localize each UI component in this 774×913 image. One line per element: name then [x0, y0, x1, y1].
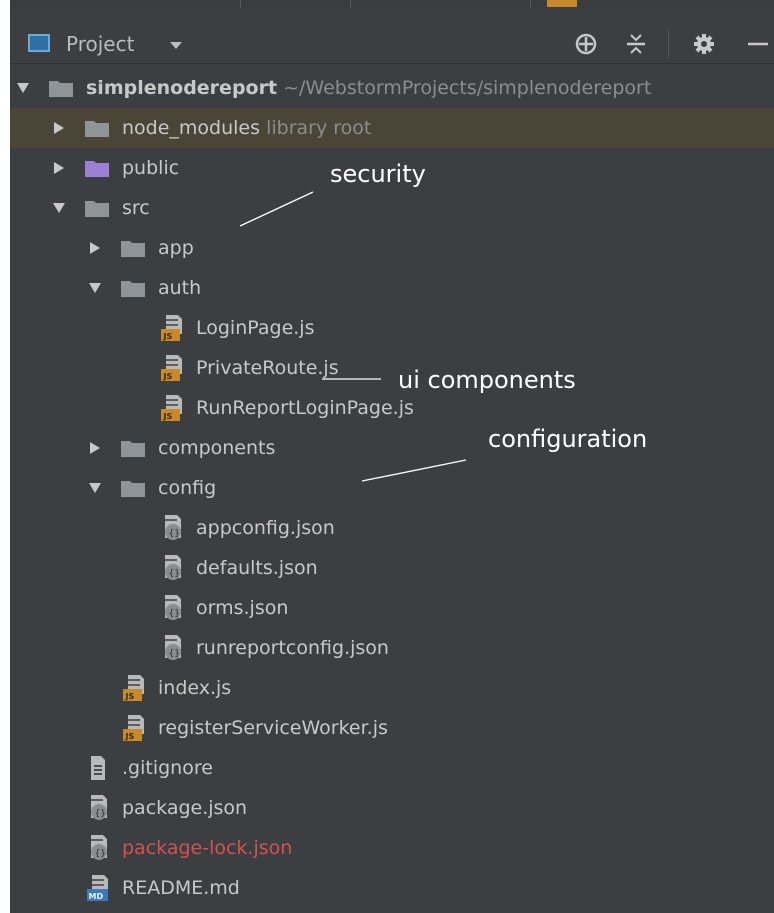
crosshair-icon[interactable]: [570, 28, 602, 60]
tree-item-file[interactable]: JS registerServiceWorker.js: [10, 708, 774, 748]
project-view-icon: [28, 34, 50, 52]
markdown-file-icon: MD: [87, 875, 108, 901]
tree-item-src[interactable]: src: [10, 188, 774, 228]
file-label: defaults.json: [196, 557, 318, 579]
modified-file-label: package-lock.json: [122, 837, 293, 859]
file-label: RunReportLoginPage.js: [196, 397, 414, 419]
library-root-hint: library root: [266, 117, 372, 139]
folder-icon: [85, 201, 109, 217]
tree-item-file[interactable]: {} package-lock.json: [10, 828, 774, 868]
auth-label: auth: [158, 277, 202, 299]
chevron-down-icon[interactable]: [170, 42, 182, 49]
folder-icon: [121, 281, 145, 297]
minimize-icon[interactable]: [740, 28, 772, 60]
json-file-icon: {}: [91, 795, 107, 820]
expanded-arrow-icon[interactable]: [88, 281, 102, 295]
file-label: README.md: [122, 877, 240, 899]
project-tool-window: Project simplenodereport ~/WebstormProje…: [10, 0, 774, 913]
svg-text:{}: {}: [169, 529, 180, 539]
svg-text:{}: {}: [169, 609, 180, 619]
tree-item-components[interactable]: components: [10, 428, 774, 468]
tree-item-app[interactable]: app: [10, 228, 774, 268]
tree-item-file[interactable]: JS RunReportLoginPage.js: [10, 388, 774, 428]
collapsed-arrow-icon[interactable]: [88, 241, 102, 255]
json-file-icon: {}: [165, 595, 181, 620]
svg-text:{}: {}: [95, 849, 106, 859]
tree-item-file[interactable]: {} appconfig.json: [10, 508, 774, 548]
javascript-file-icon: JS: [123, 675, 144, 701]
file-label: LoginPage.js: [196, 317, 315, 339]
svg-text:JS: JS: [125, 692, 135, 701]
root-folder-path: ~/WebstormProjects/simplenodereport: [283, 77, 652, 99]
public-label: public: [122, 157, 180, 179]
javascript-file-icon: JS: [123, 715, 144, 741]
annotation-ui-components: ui components: [398, 366, 576, 394]
svg-text:JS: JS: [163, 412, 173, 421]
svg-text:JS: JS: [163, 332, 173, 341]
tree-item-file[interactable]: {} orms.json: [10, 588, 774, 628]
node-modules-label: node_modules: [122, 117, 261, 139]
expanded-arrow-icon[interactable]: [52, 201, 66, 215]
json-file-icon: {}: [91, 835, 107, 860]
json-file-icon: {}: [165, 635, 181, 660]
tree-item-file[interactable]: JS PrivateRoute.js: [10, 348, 774, 388]
folder-icon: [121, 241, 145, 257]
expanded-arrow-icon[interactable]: [88, 481, 102, 495]
app-label: app: [158, 237, 194, 259]
folder-icon: [49, 81, 73, 97]
header-separator: [668, 30, 669, 58]
folder-icon: [85, 161, 109, 177]
collapse-all-icon[interactable]: [620, 28, 652, 60]
expanded-arrow-icon[interactable]: [16, 81, 30, 95]
tree-item-file[interactable]: MD README.md: [10, 868, 774, 908]
file-label: registerServiceWorker.js: [158, 717, 388, 739]
svg-text:JS: JS: [163, 372, 173, 381]
file-label: PrivateRoute.js: [196, 357, 339, 379]
collapsed-arrow-icon[interactable]: [52, 161, 66, 175]
annotation-configuration: configuration: [488, 425, 648, 453]
file-label: runreportconfig.json: [196, 637, 389, 659]
json-file-icon: {}: [165, 555, 181, 580]
annotation-security: security: [330, 160, 426, 188]
tree-item-file[interactable]: JS index.js: [10, 668, 774, 708]
src-label: src: [122, 197, 150, 219]
config-label: config: [158, 477, 217, 499]
svg-text:{}: {}: [95, 809, 106, 819]
project-panel-header: Project: [10, 24, 774, 64]
folder-icon: [121, 481, 145, 497]
components-label: components: [158, 437, 276, 459]
javascript-file-icon: JS: [161, 315, 182, 341]
svg-text:JS: JS: [125, 732, 135, 741]
file-label: index.js: [158, 677, 232, 699]
gear-icon[interactable]: [688, 28, 720, 60]
project-view-selector[interactable]: Project: [66, 32, 134, 56]
collapsed-arrow-icon[interactable]: [88, 441, 102, 455]
tree-item-file[interactable]: {} defaults.json: [10, 548, 774, 588]
collapsed-arrow-icon[interactable]: [52, 121, 66, 135]
file-label: appconfig.json: [196, 517, 335, 539]
file-label: package.json: [122, 797, 248, 819]
folder-icon: [85, 121, 109, 137]
tree-item-config[interactable]: config: [10, 468, 774, 508]
tab-file-icon: [547, 0, 577, 7]
svg-text:MD: MD: [89, 892, 104, 901]
editor-tab-strip: [10, 0, 774, 10]
tree-item-root[interactable]: simplenodereport ~/WebstormProjects/simp…: [10, 68, 774, 108]
svg-text:{}: {}: [169, 569, 180, 579]
tree-item-file[interactable]: JS LoginPage.js: [10, 308, 774, 348]
root-folder-name: simplenodereport: [86, 77, 278, 99]
svg-text:{}: {}: [169, 649, 180, 659]
tree-item-file[interactable]: {} runreportconfig.json: [10, 628, 774, 668]
tree-item-auth[interactable]: auth: [10, 268, 774, 308]
javascript-file-icon: JS: [161, 395, 182, 421]
tree-item-file[interactable]: .gitignore: [10, 748, 774, 788]
folder-icon: [121, 441, 145, 457]
javascript-file-icon: JS: [161, 355, 182, 381]
json-file-icon: {}: [165, 515, 181, 540]
tree-item-node-modules[interactable]: node_modules library root: [10, 108, 774, 148]
tree-item-file[interactable]: {} package.json: [10, 788, 774, 828]
file-label: orms.json: [196, 597, 289, 619]
file-label: .gitignore: [122, 757, 213, 779]
text-file-icon: [91, 756, 105, 780]
